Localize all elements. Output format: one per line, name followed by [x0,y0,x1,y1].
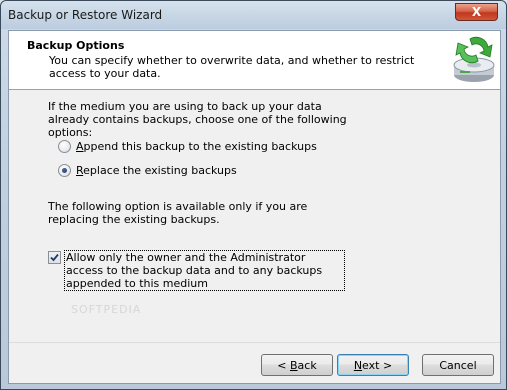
intro-text: If the medium you are using to back up y… [48,100,347,139]
next-mnemonic: N [353,358,363,372]
restrict-access-label: Allow only the owner and the Administrat… [64,250,345,291]
wizard-window: Backup or Restore Wizard X Backup Option… [0,0,507,390]
wizard-body: Backup Options You can specify whether t… [8,30,501,384]
restrict-access-option[interactable]: Allow only the owner and the Administrat… [48,250,345,291]
wizard-header: Backup Options You can specify whether t… [9,31,500,90]
page-title: Backup Options [27,39,125,52]
back-mnemonic: B [290,358,298,372]
cancel-button[interactable]: Cancel [422,354,494,376]
replace-note: The following option is available only i… [48,200,308,226]
replace-option[interactable]: Replace the existing backups [58,164,237,177]
replace-label: Replace the existing backups [76,164,237,177]
append-radio[interactable] [58,140,71,153]
append-label-rest: ppend this backup to the existing backup… [83,140,317,153]
next-button[interactable]: Next > [337,354,409,376]
cancel-label: Cancel [439,358,477,372]
back-button[interactable]: < Back [261,354,333,376]
backup-drive-icon [453,36,495,82]
footer-divider [9,342,500,343]
append-label: Append this backup to the existing backu… [76,140,317,153]
back-prefix: < [277,358,290,372]
title-bar[interactable]: Backup or Restore Wizard X [1,1,506,29]
replace-radio[interactable] [58,164,71,177]
append-mnemonic: A [76,140,84,153]
checkmark-icon [50,253,59,262]
back-rest: ack [297,358,317,372]
replace-label-rest: eplace the existing backups [83,164,237,177]
close-button[interactable]: X [455,3,498,21]
append-option[interactable]: Append this backup to the existing backu… [58,140,317,153]
watermark: SOFTPEDIA [71,303,142,316]
close-icon: X [471,5,482,19]
next-rest: ext > [362,358,393,372]
page-description: You can specify whether to overwrite dat… [49,54,415,80]
window-title: Backup or Restore Wizard [8,8,163,22]
restrict-access-checkbox[interactable] [48,251,61,264]
